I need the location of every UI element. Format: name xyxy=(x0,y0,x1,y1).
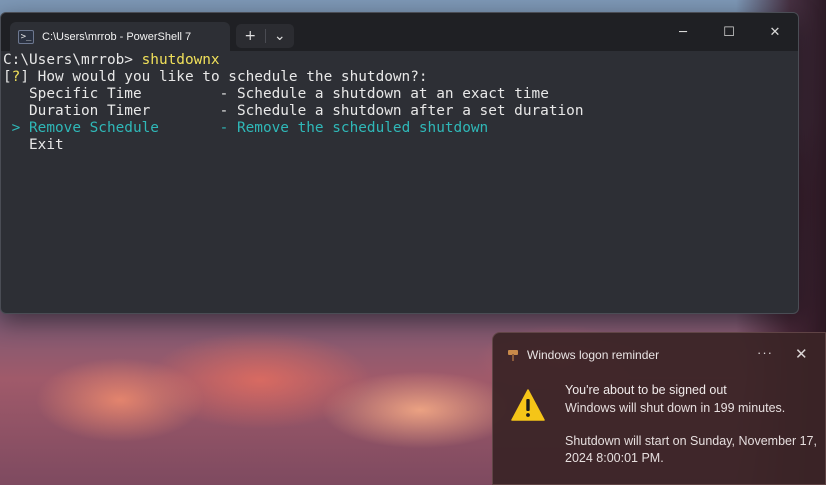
question-text: How would you like to schedule the shutd… xyxy=(37,69,428,85)
toast-close-button[interactable]: ✕ xyxy=(795,345,808,363)
warning-icon xyxy=(511,389,545,421)
command-text: shutdownx xyxy=(141,52,220,68)
notification-toast[interactable]: Windows logon reminder ··· ✕ You're abou… xyxy=(492,332,826,485)
selection-cursor xyxy=(3,137,29,153)
selection-cursor xyxy=(3,86,29,102)
toast-title: You're about to be signed out xyxy=(565,383,727,397)
option-name: Specific Time xyxy=(29,86,142,102)
chevron-down-icon[interactable]: ⌄ xyxy=(266,24,295,48)
bracket-open: [ xyxy=(3,69,12,85)
maximize-button[interactable]: ☐ xyxy=(706,13,752,51)
close-button[interactable]: ✕ xyxy=(752,13,798,51)
menu-option[interactable]: Specific Time - Schedule a shutdown at a… xyxy=(3,86,796,103)
menu-option[interactable]: Duration Timer - Schedule a shutdown aft… xyxy=(3,103,796,120)
bracket-close: ] xyxy=(20,69,38,85)
toast-app-name: Windows logon reminder xyxy=(527,348,660,362)
prompt-path: C:\Users\mrrob> xyxy=(3,52,142,68)
minimize-button[interactable]: ─ xyxy=(660,13,706,51)
question-line: [?] How would you like to schedule the s… xyxy=(3,69,796,86)
selection-cursor xyxy=(3,103,29,119)
new-tab-button[interactable]: + xyxy=(236,24,265,48)
option-list: Specific Time - Schedule a shutdown at a… xyxy=(3,86,796,154)
powershell-icon: >_ xyxy=(18,29,34,44)
option-separator: - xyxy=(158,120,237,136)
tab-controls: + ⌄ xyxy=(236,24,294,48)
option-name: Remove Schedule xyxy=(29,120,159,136)
tab-powershell[interactable]: >_ C:\Users\mrrob - PowerShell 7 xyxy=(10,22,230,51)
tab-title: C:\Users\mrrob - PowerShell 7 xyxy=(42,30,192,43)
menu-option[interactable]: > Remove Schedule - Remove the scheduled… xyxy=(3,120,796,137)
app-icon xyxy=(507,349,519,361)
toast-message: Windows will shut down in 199 minutes. xyxy=(565,401,786,415)
option-description: Remove the scheduled shutdown xyxy=(236,120,489,136)
option-separator: - xyxy=(141,86,237,102)
title-bar[interactable]: >_ C:\Users\mrrob - PowerShell 7 + ⌄ ─ ☐… xyxy=(1,13,798,51)
terminal-window[interactable]: >_ C:\Users\mrrob - PowerShell 7 + ⌄ ─ ☐… xyxy=(0,12,799,314)
option-description: Schedule a shutdown at an exact time xyxy=(236,86,549,102)
toast-detail: Shutdown will start on Sunday, November … xyxy=(565,434,817,465)
menu-option[interactable]: Exit xyxy=(3,137,796,154)
option-separator: - xyxy=(150,103,237,119)
prompt-line: C:\Users\mrrob> shutdownx xyxy=(3,52,796,69)
window-controls: ─ ☐ ✕ xyxy=(660,13,798,51)
more-options-button[interactable]: ··· xyxy=(757,345,773,360)
option-name: Duration Timer xyxy=(29,103,151,119)
terminal-output[interactable]: C:\Users\mrrob> shutdownx [?] How would y… xyxy=(1,51,798,155)
toast-header: Windows logon reminder xyxy=(507,348,659,362)
selection-cursor: > xyxy=(3,120,29,136)
option-description: Schedule a shutdown after a set duration xyxy=(236,103,584,119)
option-name: Exit xyxy=(29,137,64,153)
